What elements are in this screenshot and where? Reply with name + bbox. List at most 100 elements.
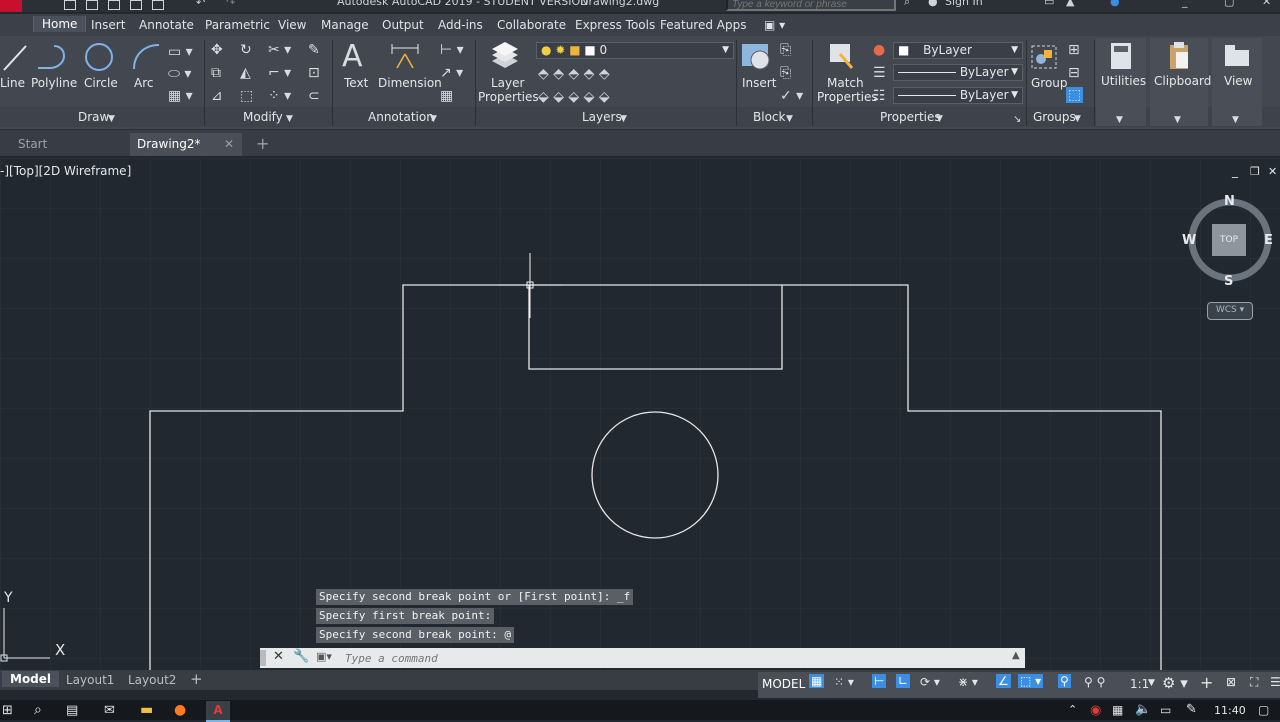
polyline-button[interactable]: Polyline	[31, 76, 77, 90]
compass-south[interactable]: S	[1224, 274, 1233, 289]
viewport-controls-label[interactable]: -][Top][2D Wireframe]	[0, 164, 131, 178]
autocad-taskbar-icon[interactable]: A	[206, 701, 230, 722]
new-tab-icon[interactable]: +	[256, 134, 269, 153]
tab-output[interactable]: Output	[382, 18, 424, 32]
firefox-icon[interactable]: ●	[174, 702, 186, 718]
layer-properties-icon[interactable]	[488, 41, 522, 73]
lineweight-dropdown[interactable]: ByLayer ▼	[893, 64, 1023, 81]
isolate-icon[interactable]: ⊠	[1226, 675, 1236, 689]
network-icon[interactable]: ▦	[1112, 703, 1123, 717]
move-icon[interactable]: ✥	[211, 42, 223, 58]
viewport-restore-icon[interactable]: ❐	[1250, 165, 1260, 178]
drawing-viewport[interactable]	[0, 158, 1280, 670]
command-history-up-icon[interactable]: ▲	[1012, 650, 1020, 661]
search-icon[interactable]: ⌕	[34, 702, 42, 718]
line-icon[interactable]	[2, 42, 28, 74]
group-select-icon[interactable]: ⬚	[1066, 87, 1084, 103]
sign-in-link[interactable]: Sign In	[945, 0, 983, 8]
properties-dropdown-icon[interactable]: ▼	[936, 111, 943, 127]
compass-west[interactable]: W	[1182, 233, 1196, 248]
rotate-icon[interactable]: ↻	[240, 42, 252, 58]
color-dropdown[interactable]: ■ ByLayer ▼	[893, 42, 1023, 59]
undo-icon[interactable]: ↶	[196, 0, 205, 9]
match-properties-icon[interactable]	[826, 42, 858, 72]
line-button[interactable]: Line	[0, 76, 25, 90]
open-file-icon[interactable]	[86, 0, 98, 10]
grid-icon[interactable]: ▦	[809, 674, 825, 688]
isodraft-icon[interactable]: ⟳ ▾	[920, 675, 940, 689]
redo-icon[interactable]: ↷	[226, 0, 235, 9]
tab-insert[interactable]: Insert	[91, 18, 125, 32]
windows-start-icon[interactable]: ⊞	[2, 703, 13, 718]
match-properties-button-line1[interactable]: Match	[827, 76, 864, 90]
close-tab-icon[interactable]: ✕	[224, 137, 234, 151]
save-icon[interactable]	[108, 0, 120, 10]
block-panel-title[interactable]: Block	[753, 110, 785, 124]
binoculars-icon[interactable]: ⌕	[904, 0, 910, 9]
array-icon[interactable]: ⁘ ▾	[268, 88, 291, 104]
tab-model[interactable]: Model	[2, 671, 60, 687]
new-layout-icon[interactable]: +	[190, 670, 203, 688]
match-properties-button-line2[interactable]: Properties	[817, 90, 878, 104]
groups-dropdown-icon[interactable]: ▼	[1074, 111, 1081, 127]
model-space-button[interactable]: MODEL	[762, 677, 805, 691]
new-file-icon[interactable]	[64, 0, 76, 10]
hatch-icon[interactable]: ▦ ▾	[168, 88, 193, 104]
viewport-close-icon[interactable]: ✕	[1268, 165, 1277, 178]
restore-icon[interactable]: ▢	[1224, 0, 1234, 8]
explode-icon[interactable]: ⊡	[308, 65, 320, 81]
ungroup-icon[interactable]: ⊞	[1068, 42, 1080, 58]
task-view-icon[interactable]: ▤	[66, 703, 78, 718]
mirror-icon[interactable]: ◭	[240, 65, 251, 81]
layer-properties-button-line2[interactable]: Properties	[478, 90, 539, 104]
layers-dropdown-icon[interactable]: ▼	[620, 111, 627, 127]
fillet-icon[interactable]: ⌐ ▾	[268, 65, 291, 81]
ribbon-toggle-icon[interactable]: ▣ ▾	[764, 18, 785, 32]
layer-tools-row1[interactable]: ⬘ ⬘ ⬘ ⬘ ⬘	[538, 66, 610, 82]
leader-icon[interactable]: ↗ ▾	[440, 65, 463, 81]
help-search-input[interactable]	[726, 0, 896, 11]
mail-icon[interactable]: ✉	[104, 703, 115, 718]
ortho-icon[interactable]: ⊢	[872, 674, 887, 688]
tab-home[interactable]: Home	[33, 16, 87, 32]
tab-collaborate[interactable]: Collaborate	[497, 18, 566, 32]
circle-button[interactable]: Circle	[84, 76, 118, 90]
exchange-icon[interactable]: ▲	[1066, 0, 1074, 8]
annotation-visibility-icon[interactable]: ⚲	[1058, 674, 1071, 688]
layer-tools-row2[interactable]: ⬙ ⬙ ⬙ ⬙ ⬙	[538, 89, 610, 105]
circle-icon[interactable]	[84, 42, 114, 72]
rectangle-icon[interactable]: ▭ ▾	[168, 44, 193, 60]
dimension-icon[interactable]	[389, 42, 421, 72]
add-icon[interactable]: +	[1200, 673, 1213, 692]
polyline-icon[interactable]	[36, 44, 68, 72]
notification-icon[interactable]: ▢	[1258, 703, 1269, 717]
snap-icon[interactable]: ⁙ ▾	[834, 675, 854, 689]
tab-layout2[interactable]: Layout2	[128, 673, 176, 687]
selection-cycling-icon[interactable]: ⬚ ▾	[1018, 674, 1044, 688]
scale-icon[interactable]: ⬚	[240, 88, 253, 104]
clipboard-button[interactable]: Clipboard ▼	[1150, 38, 1211, 126]
tab-parametric[interactable]: Parametric	[205, 18, 270, 32]
tab-annotate[interactable]: Annotate	[139, 18, 194, 32]
trim-icon[interactable]: ✂ ▾	[268, 42, 291, 58]
layers-panel-title[interactable]: Layers	[582, 110, 622, 124]
layer-properties-button-line1[interactable]: Layer	[491, 76, 524, 90]
arc-icon[interactable]	[131, 42, 161, 72]
linear-dim-icon[interactable]: ⊢ ▾	[440, 42, 464, 58]
pen-icon[interactable]: ✎	[1186, 702, 1197, 717]
command-input[interactable]	[345, 650, 945, 666]
fullscreen-icon[interactable]: ⛶	[1250, 675, 1258, 690]
customize-icon[interactable]: ☰	[1270, 675, 1280, 689]
block-dropdown-icon[interactable]: ▼	[786, 111, 793, 127]
group-edit-icon[interactable]: ⊟	[1068, 65, 1080, 81]
tab-express-tools[interactable]: Express Tools	[575, 18, 655, 32]
linetype-dropdown[interactable]: ByLayer ▼	[893, 87, 1023, 104]
modify-dropdown-icon[interactable]: ▼	[286, 111, 293, 127]
compass-east[interactable]: E	[1264, 233, 1273, 248]
tab-view[interactable]: View	[278, 18, 306, 32]
table-icon[interactable]: ▦	[440, 88, 453, 104]
layer-dropdown[interactable]: ● ✹ ■ ■ 0 ▼	[536, 42, 734, 59]
stretch-icon[interactable]: ⊿	[211, 88, 223, 104]
viewcube-top-face[interactable]: TOP	[1212, 224, 1246, 256]
auto-scale-icon[interactable]: ⚲ ⚲	[1084, 675, 1105, 689]
